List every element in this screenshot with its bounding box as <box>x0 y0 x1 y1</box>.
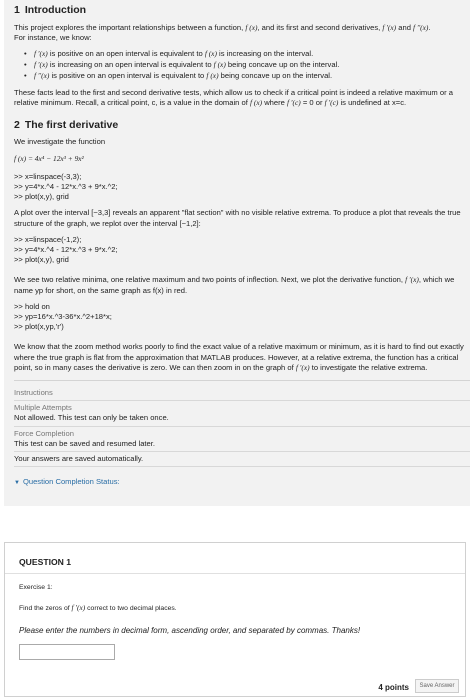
section2-heading: 2 The first derivative <box>14 118 119 131</box>
code-block-3: >> hold on >> yp=16*x.^3-36*x.^2+18*x; >… <box>14 302 112 332</box>
intro-heading: 1 Introduction <box>14 4 87 16</box>
list-item: f ′(x) is increasing on an open interval… <box>24 60 470 71</box>
instructions-heading: Instructions <box>14 386 470 402</box>
intro-paragraph: This project explores the important rela… <box>14 22 431 43</box>
question-title: QUESTION 1 <box>19 557 72 567</box>
save-answer-button[interactable]: Save Answer <box>415 679 459 693</box>
facts-list: f ′(x) is positive on an open interval i… <box>24 49 470 83</box>
investigate-text: We investigate the function <box>14 137 106 147</box>
chevron-down-icon: ▼ <box>14 480 20 487</box>
answer-instructions: Please enter the numbers in decimal form… <box>19 626 361 635</box>
list-item: f ′(x) is positive on an open interval i… <box>24 49 470 60</box>
multiple-attempts: Multiple Attempts Not allowed. This test… <box>14 401 470 427</box>
divider <box>14 379 470 381</box>
see-paragraph: We see two relative minima, one relative… <box>14 275 455 295</box>
critical-point-paragraph: These facts lead to the first and second… <box>14 87 453 108</box>
code-block-1: >> x=linspace(-3,3); >> y=4*x.^4 - 12*x.… <box>14 172 118 202</box>
code-block-2: >> x=linspace(-1,2); >> y=4*x.^4 - 12*x.… <box>14 235 118 265</box>
force-completion: Force Completion This test can be saved … <box>14 427 470 453</box>
list-item: f ′′(x) is positive on an open interval … <box>24 71 470 82</box>
points-label: 4 points <box>378 683 409 692</box>
question-prompt: Find the zeros of f ′(x) correct to two … <box>19 603 177 612</box>
zoom-paragraph: We know that the zoom method works poorl… <box>14 342 464 373</box>
content-panel: 1 Introduction This project explores the … <box>4 0 470 506</box>
function-formula: f (x) = 4x⁴ − 12x³ + 9x² <box>14 153 84 163</box>
divider <box>5 573 465 574</box>
instructions-block: Instructions Multiple Attempts Not allow… <box>14 386 470 468</box>
content: 1 Introduction This project explores the … <box>14 4 470 488</box>
question-box: QUESTION 1 Exercise 1: Find the zeros of… <box>4 542 466 697</box>
question-completion-status[interactable]: ▼ Question Completion Status: <box>14 477 470 487</box>
answer-input[interactable] <box>19 644 115 660</box>
plot-paragraph: A plot over the interval [−3,3] reveals … <box>14 208 461 228</box>
exercise-label: Exercise 1: <box>19 584 53 591</box>
autosave-note: Your answers are saved automatically. <box>14 452 470 468</box>
